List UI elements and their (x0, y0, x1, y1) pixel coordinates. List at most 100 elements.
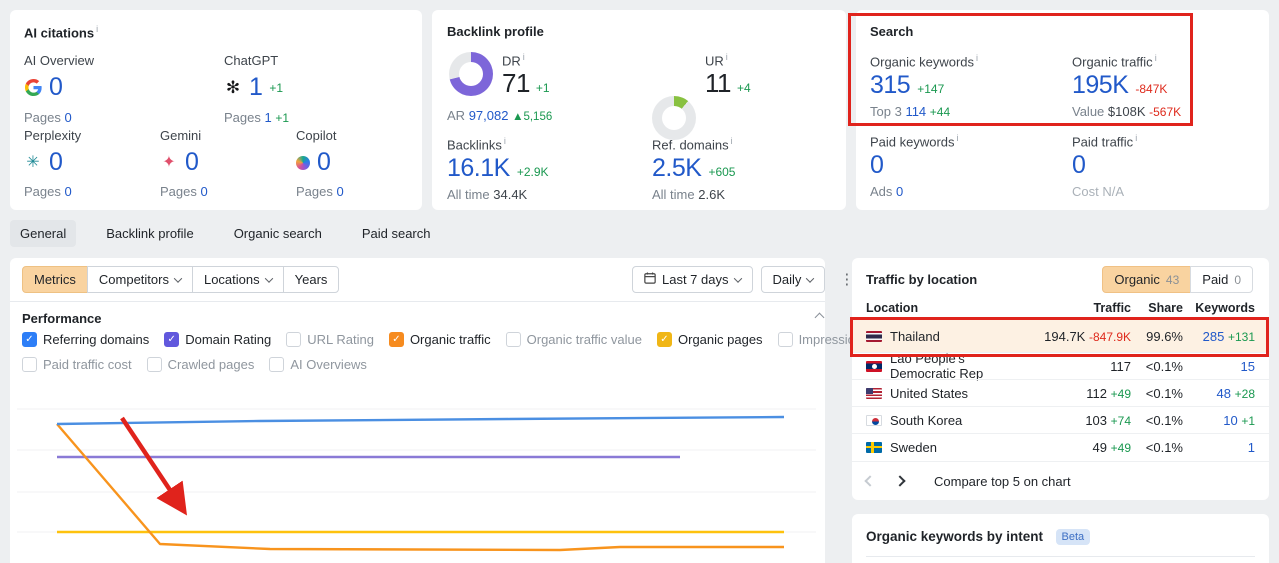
organic-keywords-value[interactable]: 315 (870, 71, 911, 100)
share-value: <0.1% (1145, 385, 1183, 401)
keywords-diff: +28 (1234, 386, 1255, 401)
country-name[interactable]: United States (890, 386, 968, 401)
gemini-metric: Gemini ✦ 0 Pages 0 (160, 128, 208, 199)
info-icon[interactable]: i (523, 52, 525, 62)
paid-toggle-button[interactable]: Paid 0 (1190, 266, 1253, 293)
traffic-value: 112 (1086, 385, 1108, 401)
flag-united-states-icon (866, 387, 882, 399)
info-icon[interactable]: i (731, 136, 733, 146)
tab-paid-search[interactable]: Paid search (352, 220, 441, 247)
ads-value[interactable]: 0 (896, 184, 903, 199)
ur-donut-chart (652, 96, 696, 140)
traffic-by-location-panel: Traffic by location Organic 43 Paid 0 Loca… (852, 258, 1269, 500)
paid-keywords-value[interactable]: 0 (870, 151, 884, 179)
google-icon (24, 79, 42, 96)
info-icon[interactable]: i (957, 133, 959, 143)
paid-traffic-value[interactable]: 0 (1072, 151, 1086, 179)
alltime-label: All time (652, 187, 695, 203)
share-value: <0.1% (1145, 439, 1183, 455)
ai-citations-card: AI citations i AI Overview 0 Pages 0 Chat… (10, 10, 422, 210)
ref-domains-label: Ref. domains (652, 137, 729, 153)
table-row-sweden[interactable]: Sweden 49 +49 <0.1% 1 (852, 433, 1269, 460)
ai-overview-metric: AI Overview 0 Pages 0 (24, 53, 94, 125)
backlinks-label: Backlinks (447, 137, 502, 153)
keywords-diff: +131 (1227, 329, 1255, 344)
ref-domains-value[interactable]: 2.5K (652, 154, 702, 183)
organic-traffic-value[interactable]: 195K (1072, 71, 1129, 100)
divider (866, 556, 1255, 557)
country-name[interactable]: Lao People's Democratic Rep (890, 351, 1023, 381)
chatgpt-value: 1 (249, 73, 263, 101)
ahrefs-overview-page: AI citations i AI Overview 0 Pages 0 Chat… (0, 0, 1279, 563)
tab-organic-search[interactable]: Organic search (224, 220, 332, 247)
country-name[interactable]: Thailand (890, 329, 940, 344)
next-page-button[interactable] (894, 475, 906, 487)
country-name[interactable]: Sweden (890, 440, 937, 455)
gemini-icon: ✦ (162, 153, 176, 171)
organic-toggle-button[interactable]: Organic 43 (1102, 266, 1192, 293)
share-value: 99.6% (1146, 328, 1183, 344)
prev-page-button[interactable] (864, 475, 876, 487)
ai-overview-pages[interactable]: 0 (65, 110, 72, 125)
table-row-south-korea[interactable]: South Korea 103 +74 <0.1% 10 +1 (852, 406, 1269, 433)
ai-overview-value: 0 (49, 73, 63, 101)
backlinks-value[interactable]: 16.1K (447, 154, 510, 183)
traffic-value: 49 (1092, 439, 1108, 455)
col-traffic[interactable]: Traffic (1023, 301, 1131, 315)
traffic-value-diff: -567K (1149, 105, 1182, 120)
keywords-value[interactable]: 285 (1203, 329, 1225, 344)
table-header-row: Location Traffic Share Keywords (852, 296, 1269, 319)
info-icon[interactable]: i (504, 136, 506, 146)
info-icon[interactable]: i (1135, 133, 1137, 143)
table-row-thailand[interactable]: Thailand 194.7K -847.9K 99.6% 285 +131 (852, 319, 1269, 352)
annotation-arrow (120, 416, 187, 516)
ar-diff: ▲5,156 (512, 111, 553, 123)
share-value: <0.1% (1145, 358, 1183, 374)
alltime-label: All time (447, 187, 490, 203)
pages-label: Pages (24, 184, 61, 199)
keywords-value[interactable]: 15 (1241, 359, 1255, 374)
col-location[interactable]: Location (866, 301, 1023, 315)
ai-citations-title: AI citations (24, 25, 95, 41)
flag-sweden-icon (866, 441, 882, 453)
chatgpt-pages[interactable]: 1 (265, 110, 272, 125)
info-icon[interactable]: i (1155, 53, 1157, 63)
col-share[interactable]: Share (1131, 301, 1183, 315)
info-icon[interactable]: i (976, 53, 978, 63)
backlinks-alltime-value: 34.4K (493, 187, 528, 203)
ads-label: Ads (870, 184, 893, 200)
tab-general[interactable]: General (10, 220, 77, 247)
copilot-label: Copilot (296, 128, 337, 143)
ai-overview-label: AI Overview (24, 53, 95, 68)
country-name[interactable]: South Korea (890, 413, 962, 428)
tab-backlink-profile[interactable]: Backlink profile (96, 220, 203, 247)
info-icon[interactable]: i (726, 52, 728, 62)
copilot-value: 0 (317, 148, 331, 176)
keywords-value[interactable]: 1 (1248, 440, 1255, 455)
gemini-pages[interactable]: 0 (201, 184, 208, 199)
traffic-value: 194.7K (1044, 328, 1086, 344)
backlink-profile-title: Backlink profile (447, 24, 544, 39)
top3-value[interactable]: 114 (905, 104, 926, 119)
traffic-diff: +74 (1110, 413, 1131, 428)
perplexity-pages[interactable]: 0 (65, 184, 72, 199)
ar-value[interactable]: 97,082 (469, 108, 509, 123)
flag-south-korea-icon (866, 414, 882, 426)
keywords-value[interactable]: 48 (1217, 386, 1231, 401)
keywords-value[interactable]: 10 (1223, 413, 1237, 428)
chart-gridlines (17, 408, 816, 533)
pages-label: Pages (224, 110, 261, 125)
info-icon[interactable]: i (96, 24, 98, 34)
ur-label: UR (705, 53, 724, 69)
ref-domains-alltime-value: 2.6K (698, 187, 725, 203)
performance-panel: Metrics Competitors Locations Years Last… (10, 258, 966, 563)
search-card: Search Organic keywords i 315 +147 Top 3 … (856, 10, 1269, 210)
col-keywords[interactable]: Keywords (1183, 301, 1255, 315)
copilot-pages[interactable]: 0 (337, 184, 344, 199)
search-title: Search (870, 24, 914, 39)
table-row-united-states[interactable]: United States 112 +49 <0.1% 48 +28 (852, 379, 1269, 406)
perplexity-metric: Perplexity ✳ 0 Pages 0 (24, 128, 81, 199)
compare-top5-link[interactable]: Compare top 5 on chart (934, 474, 1071, 489)
organic-count-badge: 43 (1165, 272, 1180, 287)
table-row-laos[interactable]: Lao People's Democratic Rep 117 <0.1% 15 (852, 351, 1269, 381)
